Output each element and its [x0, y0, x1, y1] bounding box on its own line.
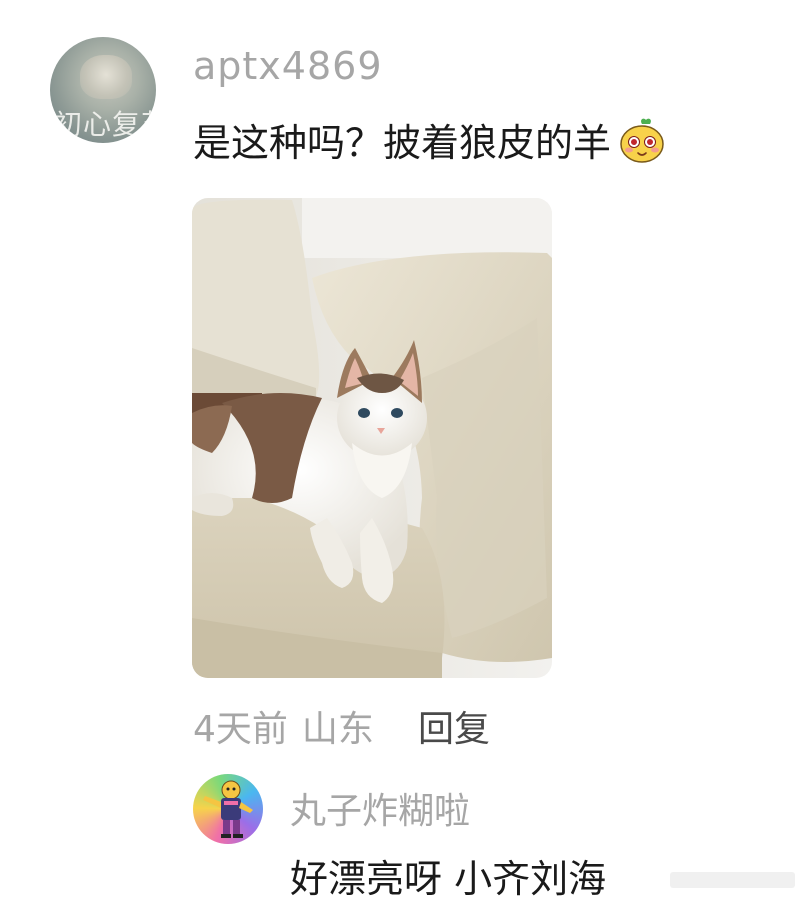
comment-username[interactable]: aptx4869: [193, 44, 383, 88]
comment-image[interactable]: [192, 198, 552, 678]
comment-meta: 4天前 山东: [193, 700, 374, 752]
reply-username[interactable]: 丸子炸糊啦: [290, 782, 470, 834]
cat-photo-illustration: [192, 198, 552, 678]
comment-location: 山东: [301, 709, 374, 750]
blushing-emoji-icon: [617, 115, 667, 165]
user-avatar[interactable]: 初心复苏: [50, 37, 156, 143]
comment-text-row: 是这种吗？披着狼皮的羊: [193, 112, 667, 167]
comment-time: 4天前: [193, 709, 288, 750]
reply-user-avatar[interactable]: [193, 774, 263, 844]
reply-button[interactable]: 回复: [418, 700, 490, 752]
avatar-text: 初心复苏: [54, 108, 156, 141]
watermark-overlay: [600, 858, 805, 904]
avatar-figure-icon: [203, 780, 253, 838]
comment-text: 是这种吗？披着狼皮的羊: [193, 121, 612, 165]
avatar-face: [80, 55, 132, 99]
reply-text: 好漂亮呀 小齐刘海: [290, 857, 607, 901]
